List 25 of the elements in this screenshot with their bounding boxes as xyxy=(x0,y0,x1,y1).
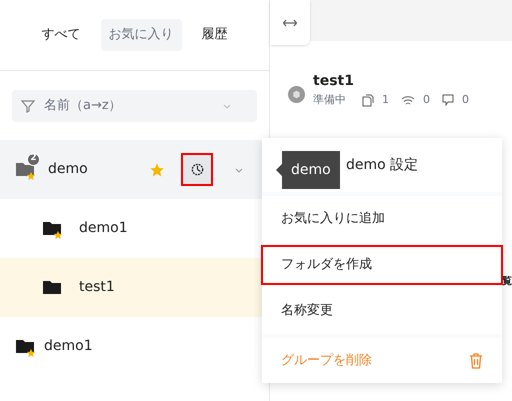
device-title: test1 xyxy=(313,72,355,91)
expand-button[interactable] xyxy=(270,0,310,45)
status-text: 準備中 xyxy=(313,92,346,108)
expand-horizontal-icon xyxy=(283,18,297,26)
cube-status-icon xyxy=(288,86,305,102)
files-icon xyxy=(362,94,374,107)
folder-name: test1 xyxy=(79,278,116,297)
favorite-star-icon xyxy=(149,162,165,178)
tooltip: demo xyxy=(282,151,340,189)
folder-name: demo1 xyxy=(79,219,129,238)
message-icon xyxy=(442,94,454,106)
settings-button[interactable] xyxy=(181,153,213,186)
tab[interactable]: 履歴 xyxy=(194,19,236,51)
trash-icon xyxy=(469,352,483,368)
wifi-count: 0 xyxy=(423,92,430,108)
folder-name: demo xyxy=(48,160,89,179)
filter-icon xyxy=(20,98,36,114)
tab[interactable]: すべて xyxy=(34,19,88,51)
wifi-icon xyxy=(401,94,415,106)
folder-name: demo1 xyxy=(44,337,94,356)
message-count: 0 xyxy=(462,92,469,108)
menu-title: demo 設定 xyxy=(346,156,418,174)
files-count: 1 xyxy=(382,92,389,108)
sort-dropdown[interactable]: 名前（a→z） xyxy=(12,90,257,122)
tab[interactable]: お気に入り xyxy=(100,19,182,51)
